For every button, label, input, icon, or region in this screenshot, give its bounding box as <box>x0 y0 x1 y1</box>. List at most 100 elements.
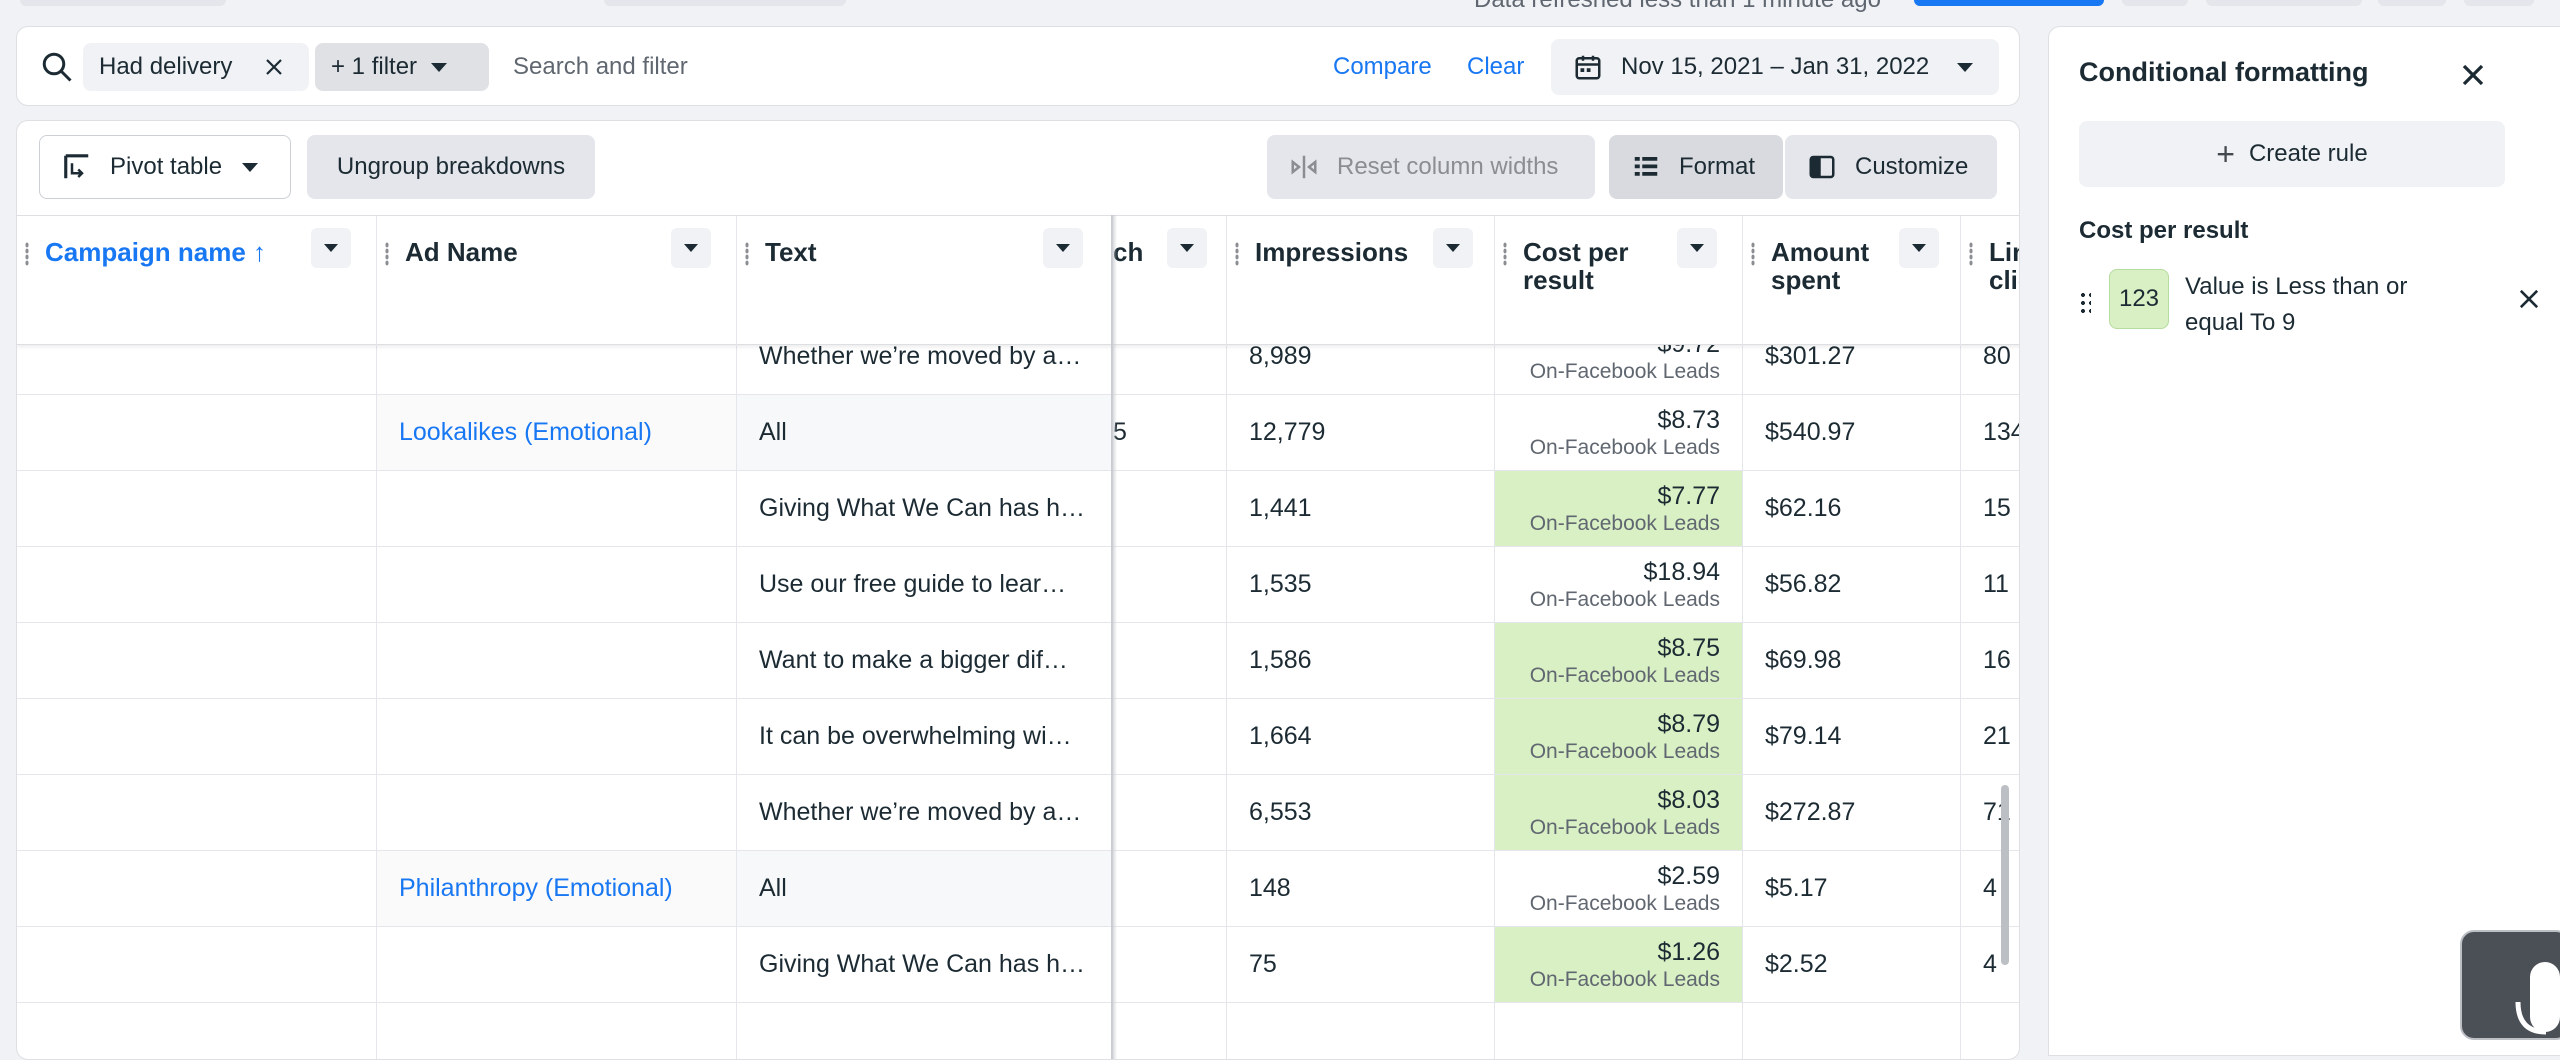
create-rule-button[interactable]: + Create rule <box>2079 121 2505 187</box>
chevron-down-icon[interactable] <box>1899 228 1939 268</box>
result-type: On-Facebook Leads <box>1529 891 1720 915</box>
formatting-rule[interactable]: 123 Value is Less than or equal To 9 <box>2079 267 2539 347</box>
ungroup-breakdowns-label: Ungroup breakdowns <box>336 153 566 180</box>
filter-chip-delivery[interactable]: Had delivery <box>83 43 309 91</box>
table-header: Campaign name ↑ Ad Name Text ch Impressi… <box>17 215 2019 346</box>
cost-per-result-cell: $8.79 On-Facebook Leads <box>1495 699 1743 774</box>
campaign-cell <box>17 395 377 470</box>
drag-handle-icon[interactable] <box>1969 242 1973 266</box>
text-cell: All <box>737 395 1113 470</box>
reach-cell <box>1113 345 1227 394</box>
drag-handle-icon[interactable] <box>1503 242 1507 266</box>
vertical-scrollbar[interactable] <box>2001 785 2009 965</box>
format-button[interactable]: Format <box>1609 135 1783 199</box>
date-range-picker[interactable]: Nov 15, 2021 – Jan 31, 2022 <box>1551 39 1999 95</box>
top-icon-button[interactable] <box>2378 0 2446 6</box>
table-row[interactable]: Whether we’re moved by a… 8,989 $301.27 80 $… <box>17 345 2019 395</box>
reach-cell: 5 <box>1113 395 1227 470</box>
ad-name-cell[interactable]: Philanthropy (Emotional) <box>377 851 737 926</box>
more-filters-button[interactable]: + 1 filter <box>315 43 489 91</box>
column-header-cost-per-result[interactable]: Cost per result <box>1495 216 1743 346</box>
pivot-table-button[interactable]: Pivot table <box>39 135 291 199</box>
top-icon-button[interactable] <box>2206 0 2362 6</box>
cost-per-result-cell: $18.94 On-Facebook Leads <box>1495 547 1743 622</box>
close-icon[interactable] <box>2515 285 2543 313</box>
column-header-link-clicks[interactable]: Link clicks <box>1961 216 2019 346</box>
close-icon[interactable] <box>2455 57 2491 93</box>
main-panel: Had delivery + 1 filter Search and filte… <box>16 26 2020 1060</box>
top-icon-button[interactable] <box>2464 0 2534 6</box>
result-type: On-Facebook Leads <box>1529 359 1720 383</box>
customize-label: Customize <box>1855 153 1969 180</box>
cost-per-result-cell: $2.59 On-Facebook Leads <box>1495 851 1743 926</box>
ad-name-cell[interactable]: Lookalikes (Emotional) <box>377 395 737 470</box>
compare-link[interactable]: Compare <box>1333 53 1432 81</box>
reach-cell <box>1113 547 1227 622</box>
amount-spent-cell: $540.97 <box>1743 395 1961 470</box>
ungroup-breakdowns-button[interactable]: Ungroup breakdowns <box>307 135 595 199</box>
top-tab-remnant[interactable] <box>604 0 846 6</box>
format-icon <box>1634 157 1658 176</box>
chevron-down-icon[interactable] <box>311 228 351 268</box>
impressions-cell: 148 <box>1227 851 1495 926</box>
campaign-cell <box>17 775 377 850</box>
customize-button[interactable]: Customize <box>1785 135 1997 199</box>
table-row[interactable]: Philanthropy (Emotional) All 148 $5.17 4 $2.5… <box>17 851 2019 927</box>
table-row[interactable]: Giving What We Can has h… 1,441 $62.16 15 $7… <box>17 471 2019 547</box>
reset-column-widths-button[interactable]: Reset column widths <box>1267 135 1595 199</box>
link-clicks-cell: 16 <box>1983 646 2011 674</box>
pivot-icon <box>64 154 89 179</box>
cost-value: $8.79 <box>1657 709 1720 738</box>
amount-spent-cell: $301.27 <box>1743 345 1961 394</box>
impressions-cell: 1,441 <box>1227 471 1495 546</box>
clear-link[interactable]: Clear <box>1467 53 1524 81</box>
drag-handle-icon[interactable] <box>1235 242 1239 266</box>
column-header-ad-name[interactable]: Ad Name <box>377 216 737 346</box>
chevron-down-icon[interactable] <box>1433 228 1473 268</box>
chevron-down-icon[interactable] <box>1677 228 1717 268</box>
table-row[interactable]: It can be overwhelming wi… 1,664 $79.14 21 $… <box>17 699 2019 775</box>
column-header-text[interactable]: Text <box>737 216 1113 346</box>
column-label: ch <box>1113 237 1144 267</box>
drag-handle-icon[interactable] <box>25 242 29 266</box>
table-row[interactable]: Use our free guide to lear… 1,535 $56.82 11… <box>17 547 2019 623</box>
top-tab-remnant[interactable] <box>20 0 226 6</box>
search-input[interactable]: Search and filter <box>513 53 688 81</box>
column-header-amount-spent[interactable]: Amount spent <box>1743 216 1961 346</box>
table-row[interactable]: Whether we’re moved by a… 6,553 $272.87 71 $… <box>17 775 2019 851</box>
table-row[interactable]: Lookalikes (Emotional) All 5 12,779 $540.97 1… <box>17 395 2019 471</box>
amount-spent-cell: $2.52 <box>1743 927 1961 1002</box>
top-icon-button[interactable] <box>2122 0 2188 6</box>
column-header-impressions[interactable]: Impressions <box>1227 216 1495 346</box>
drag-handle-icon[interactable] <box>385 242 389 266</box>
table-row[interactable]: Giving What We Can has h… 75 $2.52 4 $1.26 On… <box>17 927 2019 1003</box>
close-icon[interactable] <box>262 55 286 79</box>
search-bar: Had delivery + 1 filter Search and filte… <box>16 26 2020 106</box>
microphone-icon[interactable] <box>2460 930 2560 1040</box>
result-type: On-Facebook Leads <box>1529 511 1720 535</box>
cost-value: $8.75 <box>1657 633 1720 662</box>
result-type: On-Facebook Leads <box>1529 967 1720 991</box>
column-header-campaign[interactable]: Campaign name ↑ <box>17 216 377 346</box>
chevron-down-icon[interactable] <box>1167 228 1207 268</box>
impressions-cell: 1,664 <box>1227 699 1495 774</box>
reach-cell <box>1113 927 1227 1002</box>
chevron-down-icon <box>431 62 448 72</box>
column-header-reach[interactable]: ch <box>1113 216 1227 346</box>
rule-color-swatch[interactable]: 123 <box>2109 269 2169 329</box>
impressions-cell: 75 <box>1227 927 1495 1002</box>
chevron-down-icon[interactable] <box>1043 228 1083 268</box>
drag-handle-icon[interactable] <box>1751 242 1755 266</box>
campaign-cell <box>17 851 377 926</box>
text-cell: All <box>737 851 1113 926</box>
table-row[interactable]: Want to make a bigger dif… 1,586 $69.98 16 $… <box>17 623 2019 699</box>
chevron-down-icon[interactable] <box>671 228 711 268</box>
ad-name-cell <box>377 345 737 394</box>
result-type: On-Facebook Leads <box>1529 815 1720 839</box>
drag-handle-icon[interactable] <box>2079 291 2091 313</box>
ad-name-cell <box>377 547 737 622</box>
top-primary-button[interactable] <box>1914 0 2104 6</box>
drag-handle-icon[interactable] <box>745 242 749 266</box>
amount-spent-cell: $79.14 <box>1743 699 1961 774</box>
campaign-cell <box>17 345 377 394</box>
